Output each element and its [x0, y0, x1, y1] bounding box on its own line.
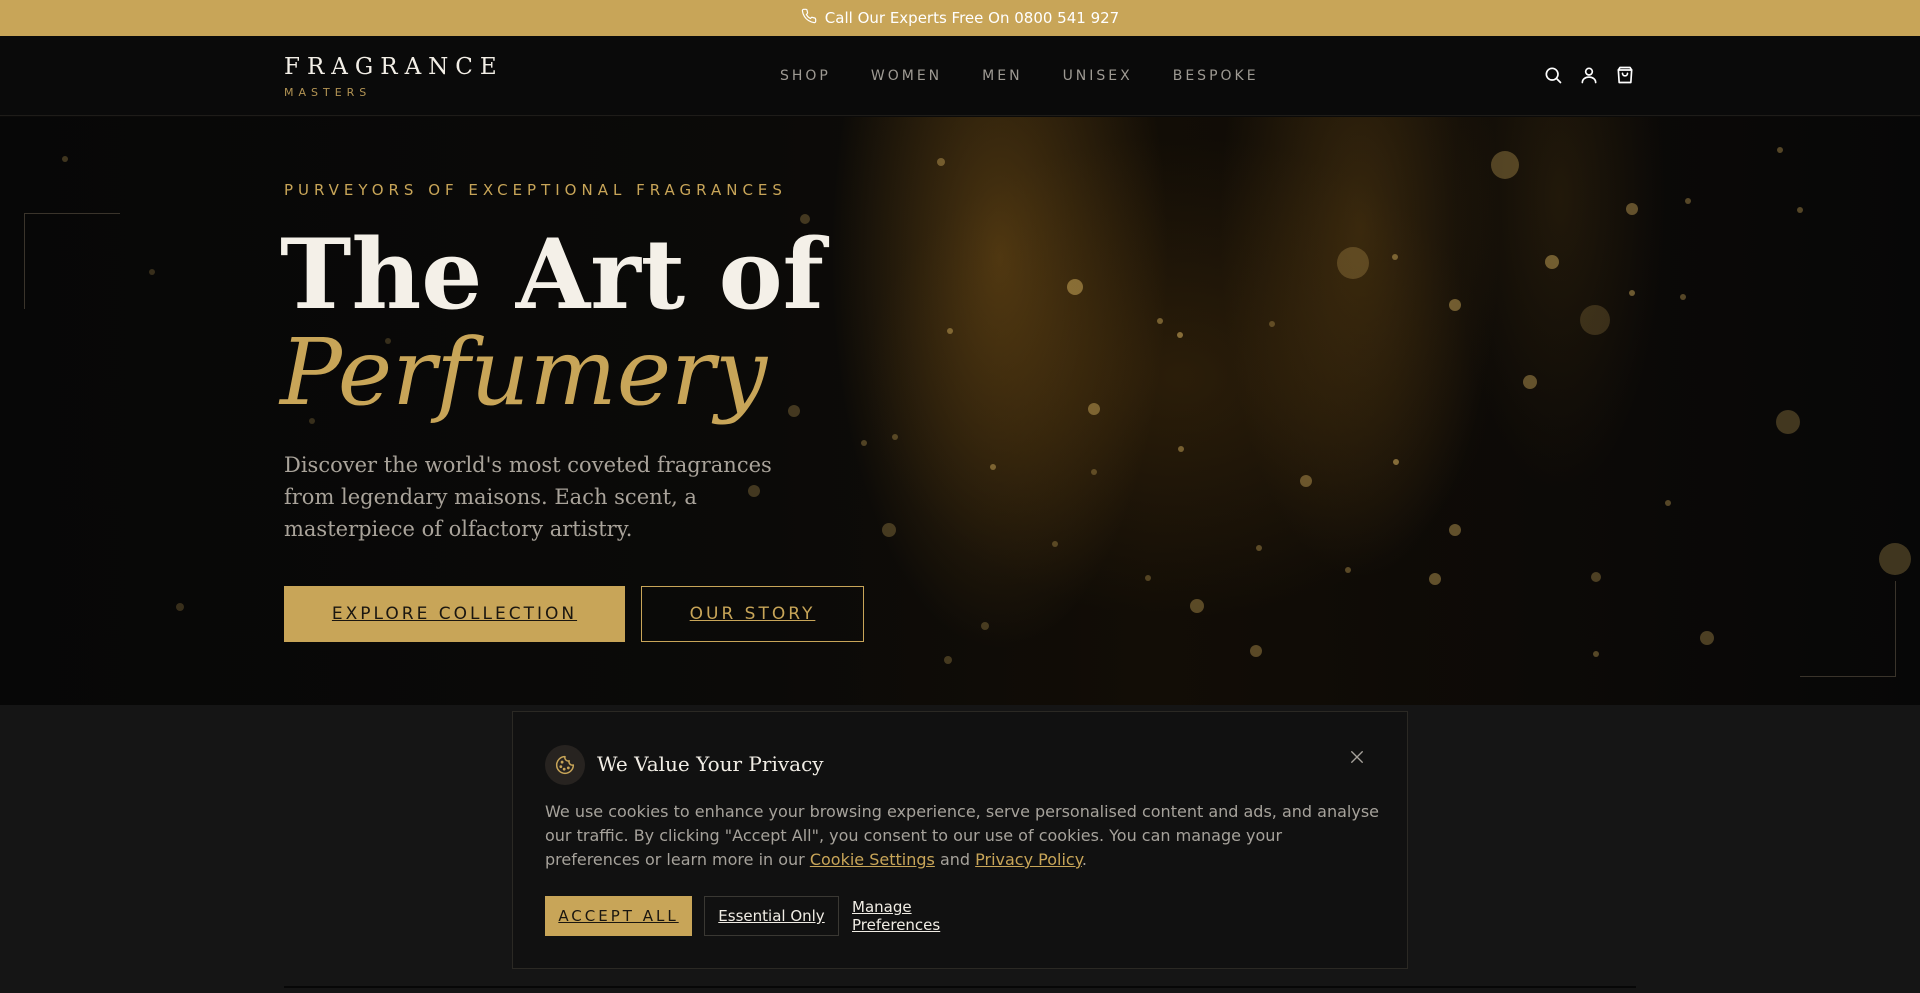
manage-preferences-button[interactable]: Manage Preferences [852, 896, 1002, 936]
hero-section: PURVEYORS OF EXCEPTIONAL FRAGRANCES The … [0, 117, 1920, 705]
hero-title-accent: Perfumery [280, 319, 768, 426]
nav-item-shop[interactable]: SHOP [780, 68, 831, 84]
logo-main-text: FRAGRANCE [284, 54, 504, 80]
phone-icon [801, 8, 817, 28]
hero-description: Discover the world's most coveted fragra… [284, 453, 772, 541]
our-story-button[interactable]: OUR STORY [641, 586, 864, 642]
nav-item-men[interactable]: MEN [982, 68, 1022, 84]
cookie-text: We use cookies to enhance your browsing … [545, 800, 1381, 872]
cookie-title: We Value Your Privacy [597, 752, 824, 776]
explore-collection-button[interactable]: EXPLORE COLLECTION [284, 586, 625, 642]
cookie-text-end: . [1081, 850, 1087, 869]
close-icon[interactable] [1348, 748, 1366, 766]
decorative-corner-bottom-right [1800, 581, 1896, 677]
decorative-corner-top-left [24, 213, 120, 309]
bag-icon[interactable] [1615, 65, 1635, 85]
essential-only-button[interactable]: Essential Only [704, 896, 839, 936]
nav-item-women[interactable]: WOMEN [871, 68, 942, 84]
logo-sub-text: MASTERS [284, 86, 372, 99]
announcement-bar: Call Our Experts Free On 0800 541 927 [0, 0, 1920, 36]
search-icon[interactable] [1543, 65, 1563, 85]
cookie-text-and: and [934, 850, 976, 869]
hero-eyebrow: PURVEYORS OF EXCEPTIONAL FRAGRANCES [284, 181, 787, 199]
privacy-policy-link[interactable]: Privacy Policy [975, 850, 1082, 869]
main-nav: SHOP WOMEN MEN UNISEX BESPOKE [780, 36, 1259, 116]
nav-item-unisex[interactable]: UNISEX [1063, 68, 1133, 84]
announcement-text[interactable]: Call Our Experts Free On 0800 541 927 [825, 9, 1119, 27]
header-icons [1543, 65, 1635, 85]
logo[interactable]: FRAGRANCE MASTERS [284, 54, 504, 99]
accept-all-button[interactable]: ACCEPT ALL [545, 896, 692, 936]
cookie-banner: We Value Your Privacy We use cookies to … [512, 711, 1408, 969]
user-icon[interactable] [1579, 65, 1599, 85]
section-divider [284, 986, 1636, 988]
cookie-settings-link[interactable]: Cookie Settings [810, 850, 935, 869]
site-header: FRAGRANCE MASTERS SHOP WOMEN MEN UNISEX … [0, 36, 1920, 116]
nav-item-bespoke[interactable]: BESPOKE [1173, 68, 1259, 84]
cookie-icon [545, 745, 585, 785]
hero-title: The Art of [280, 218, 824, 331]
